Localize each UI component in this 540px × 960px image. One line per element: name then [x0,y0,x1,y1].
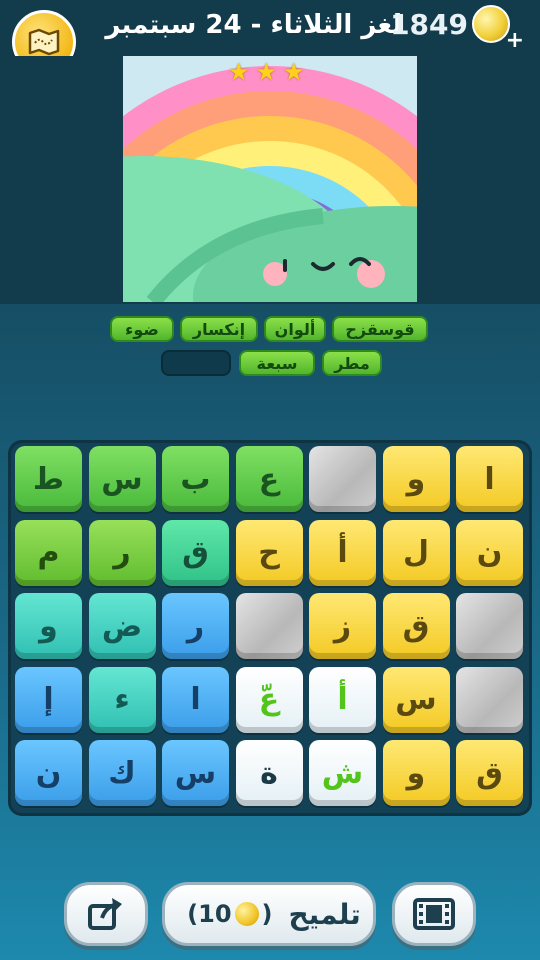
word-chip: ألوان [264,316,326,342]
star-icon: ★ [228,58,250,86]
stars-rating: ★ ★ ★ [228,60,314,84]
letter-tile[interactable]: س [382,666,450,733]
letter-tile[interactable]: ا [456,446,523,512]
star-icon: ★ [255,58,278,86]
word-chip: سبعة [239,350,315,376]
letter-tile[interactable]: ع [235,446,303,512]
letter-tile[interactable]: عّ [235,666,303,733]
letter-tile[interactable]: ل [382,519,450,586]
word-chip: إنكسار [180,316,258,342]
letter-tile[interactable]: ش [309,740,376,806]
stone-tile[interactable] [309,446,376,512]
letter-tile[interactable]: و [382,446,450,512]
share-icon [88,898,122,930]
letter-tile[interactable]: ر [162,593,229,659]
letter-tile[interactable]: ا [162,666,229,733]
letter-tile[interactable]: ح [235,519,303,586]
letter-tile[interactable]: ب [162,446,229,512]
letter-tile[interactable]: ق [382,593,450,659]
map-icon [28,28,60,56]
letter-tile[interactable]: إ [15,666,82,733]
puzzle-title: لغز الثلاثاء - 24 سبتمبر [105,10,402,40]
coin-icon [234,902,259,926]
letter-tile[interactable]: ن [456,519,523,586]
coin-icon[interactable] [472,5,510,43]
coin-count: 1849 [390,8,468,41]
letter-tile[interactable]: ض [88,593,156,659]
letter-tile[interactable]: م [15,519,82,586]
hint-button[interactable]: ( 10 ) تلميح [162,882,376,946]
share-button[interactable] [64,882,148,946]
word-chip: مطر [322,350,382,376]
puzzle-picture [123,56,417,302]
letter-tile[interactable]: ء [88,666,156,733]
add-coins-icon[interactable]: + [506,28,524,53]
letter-tile[interactable]: ر [88,519,156,586]
hint-cost: ( 10 ) [187,900,273,928]
letter-tile[interactable]: ز [309,593,376,659]
letter-tile[interactable]: س [88,446,156,512]
letter-tile[interactable]: ن [15,740,82,806]
letter-board: ا و ع ب س ط ن ل أ ح ق ر م ق ز ر ض و س أ عّ ا ء إ ق و ش ة س ك ن [8,440,532,816]
video-button[interactable] [392,882,476,946]
star-icon: ★ [283,58,305,86]
film-icon [413,898,455,930]
letter-tile[interactable]: و [382,740,450,806]
hint-label: تلميح [288,897,361,931]
word-chip: قوسقزح [332,316,428,342]
hint-cost-value: 10 [198,900,232,928]
letter-tile[interactable]: ك [88,740,156,806]
letter-tile[interactable]: أ [309,519,376,586]
letter-tile[interactable]: أ [309,666,376,733]
letter-tile[interactable]: ق [456,740,523,806]
stone-tile[interactable] [235,593,303,659]
letter-tile[interactable]: ط [15,446,82,512]
word-chip-missing [161,350,231,376]
stone-tile[interactable] [456,593,523,659]
letter-tile[interactable]: و [15,593,82,659]
stone-tile[interactable] [456,666,523,733]
letter-tile[interactable]: س [162,740,229,806]
letter-tile[interactable]: ة [235,740,303,806]
letter-tile[interactable]: ق [162,519,229,586]
word-chip: ضوء [110,316,174,342]
rainbow-illustration [123,56,417,302]
